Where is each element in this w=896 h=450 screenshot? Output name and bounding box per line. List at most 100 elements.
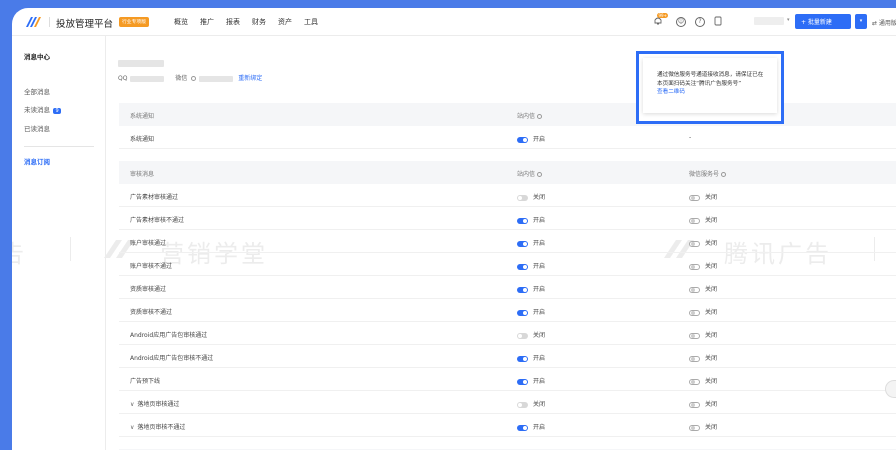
sidebar-item-all[interactable]: 全部消息 [24, 86, 50, 96]
highlight-box: 通过微信服务号通道接收消息，请保证已在本页面扫码关注“腾讯广告服务号” 查看二维… [636, 51, 784, 124]
site-cell: 关闭 [517, 330, 545, 339]
wechat-toggle[interactable] [689, 401, 700, 408]
site-cell: 关闭 [517, 399, 545, 408]
site-cell: 开启 [517, 284, 545, 293]
table-row: ∨ 落地页审核不通过 开启 关闭 [119, 414, 896, 437]
table-row: Android应用广告包审核不通过 开启 关闭 [119, 345, 896, 368]
row-name: 账户审核通过 [130, 240, 167, 247]
site-cell: 开启 [517, 376, 545, 385]
logo-icon[interactable] [26, 17, 42, 27]
site-toggle[interactable] [517, 378, 528, 385]
wechat-toggle[interactable] [689, 378, 700, 385]
site-toggle[interactable] [517, 401, 528, 408]
row-name: 广告素材审核不通过 [130, 217, 185, 224]
notification-bell-icon[interactable]: 99+ [653, 13, 669, 28]
sidebar-item-read[interactable]: 已读消息 [24, 123, 50, 133]
site-cell: 开启 [517, 307, 545, 316]
site-toggle[interactable] [517, 217, 528, 224]
wechat-cell: 关闭 [689, 192, 717, 201]
table-row: 广告预下线 开启 关闭 [119, 368, 896, 391]
brand-divider [49, 17, 50, 27]
app-window: 告 营销学堂 腾讯广告 投放管理平台 行业专项版 概览 推广 报表 财务 资产 … [12, 8, 896, 450]
row-name: 资质审核不通过 [130, 309, 173, 316]
wechat-cell: 关闭 [689, 330, 717, 339]
site-toggle[interactable] [517, 194, 528, 201]
wechat-toggle[interactable] [689, 194, 700, 201]
wechat-toggle[interactable] [689, 424, 700, 431]
row-name: Android应用广告包审核通过 [130, 332, 208, 339]
col-site-header: 站内信 [517, 111, 543, 120]
tooltip-text: 通过微信服务号通道接收消息，请保证已在本页面扫码关注“腾讯广告服务号” [657, 72, 764, 87]
site-cell: 开启 [517, 134, 545, 143]
site-help-icon[interactable] [537, 172, 543, 177]
top-bar: 投放管理平台 行业专项版 概览 推广 报表 财务 资产 工具 99+ ☺ ? ▾… [12, 8, 896, 36]
message-icon[interactable]: ☺ [676, 17, 686, 27]
wechat-toggle[interactable] [689, 217, 700, 224]
table-row: 广告素材审核不通过 开启 关闭 [119, 207, 896, 230]
wechat-value [199, 75, 234, 82]
wechat-cell: 关闭 [689, 422, 717, 431]
site-toggle[interactable] [517, 424, 528, 431]
site-toggle[interactable] [517, 136, 528, 143]
expand-chevron-icon[interactable]: ∨ [130, 424, 134, 431]
site-toggle[interactable] [517, 240, 528, 247]
qq-value [130, 75, 165, 82]
site-toggle[interactable] [517, 286, 528, 293]
table-row: 资质审核不通过 开启 关闭 [119, 299, 896, 322]
platform-title[interactable]: 投放管理平台 [56, 16, 113, 30]
relink-button[interactable]: 重新绑定 [238, 75, 262, 82]
table-row: ∨ 落地页审核通过 关闭 关闭 [119, 391, 896, 414]
wechat-col-help-icon[interactable] [721, 172, 727, 177]
nav-finance[interactable]: 财务 [252, 17, 266, 27]
site-toggle[interactable] [517, 355, 528, 362]
wechat-cell: 关闭 [689, 307, 717, 316]
wechat-tooltip: 通过微信服务号通道接收消息，请保证已在本页面扫码关注“腾讯广告服务号” 查看二维… [643, 58, 777, 113]
side-float-handle[interactable] [885, 380, 896, 398]
sidebar-divider [24, 146, 94, 147]
general-version-link[interactable]: ⇄ 通用版 [872, 18, 896, 27]
nav-promotion[interactable]: 推广 [200, 17, 214, 27]
site-cell: 开启 [517, 238, 545, 247]
nav-tools[interactable]: 工具 [304, 17, 318, 27]
site-toggle[interactable] [517, 263, 528, 270]
row-name: 资质审核通过 [130, 286, 167, 293]
account-switcher[interactable] [754, 17, 784, 25]
view-qrcode-link[interactable]: 查看二维码 [657, 88, 767, 97]
nav-reports[interactable]: 报表 [226, 17, 240, 27]
wechat-toggle[interactable] [689, 309, 700, 316]
bulk-new-dropdown-icon[interactable]: ▾ [855, 14, 867, 29]
bulk-new-button[interactable]: + 批量新建 [795, 14, 851, 29]
wechat-cell: 关闭 [689, 399, 717, 408]
sidebar-item-unread[interactable]: 未读消息 9 [24, 104, 62, 114]
nav-overview[interactable]: 概览 [174, 17, 188, 27]
col-wechat-header: 微信服务号 [689, 169, 727, 178]
account-binding-line: QQ 微信 重新绑定 [118, 75, 263, 82]
sidebar-item-subscription[interactable]: 消息订阅 [24, 156, 50, 166]
wechat-toggle[interactable] [689, 263, 700, 270]
main-nav: 概览 推广 报表 财务 资产 工具 [174, 17, 318, 27]
wechat-help-icon[interactable] [191, 76, 197, 81]
wechat-toggle[interactable] [689, 240, 700, 247]
table-row: 广告素材审核通过 关闭 关闭 [119, 184, 896, 207]
wechat-toggle[interactable] [689, 355, 700, 362]
notification-badge: 99+ [657, 13, 669, 18]
wechat-toggle[interactable] [689, 332, 700, 339]
top-icons: 99+ ☺ ? [653, 13, 722, 28]
expand-chevron-icon[interactable]: ∨ [130, 401, 134, 408]
account-name [118, 60, 164, 67]
site-help-icon[interactable] [537, 114, 543, 119]
section-title: 审核消息 [130, 171, 155, 178]
nav-assets[interactable]: 资产 [278, 17, 292, 27]
row-name: 系统通知 [130, 136, 155, 143]
row-name: ∨ 落地页审核不通过 [130, 424, 186, 431]
table-row: 账户审核不通过 开启 关闭 [119, 253, 896, 276]
help-icon[interactable]: ? [695, 17, 705, 27]
site-toggle[interactable] [517, 309, 528, 316]
device-icon[interactable] [714, 16, 722, 28]
wechat-toggle[interactable] [689, 286, 700, 293]
account-caret-icon[interactable]: ▾ [787, 17, 790, 23]
wechat-cell: 关闭 [689, 261, 717, 270]
site-toggle[interactable] [517, 332, 528, 339]
